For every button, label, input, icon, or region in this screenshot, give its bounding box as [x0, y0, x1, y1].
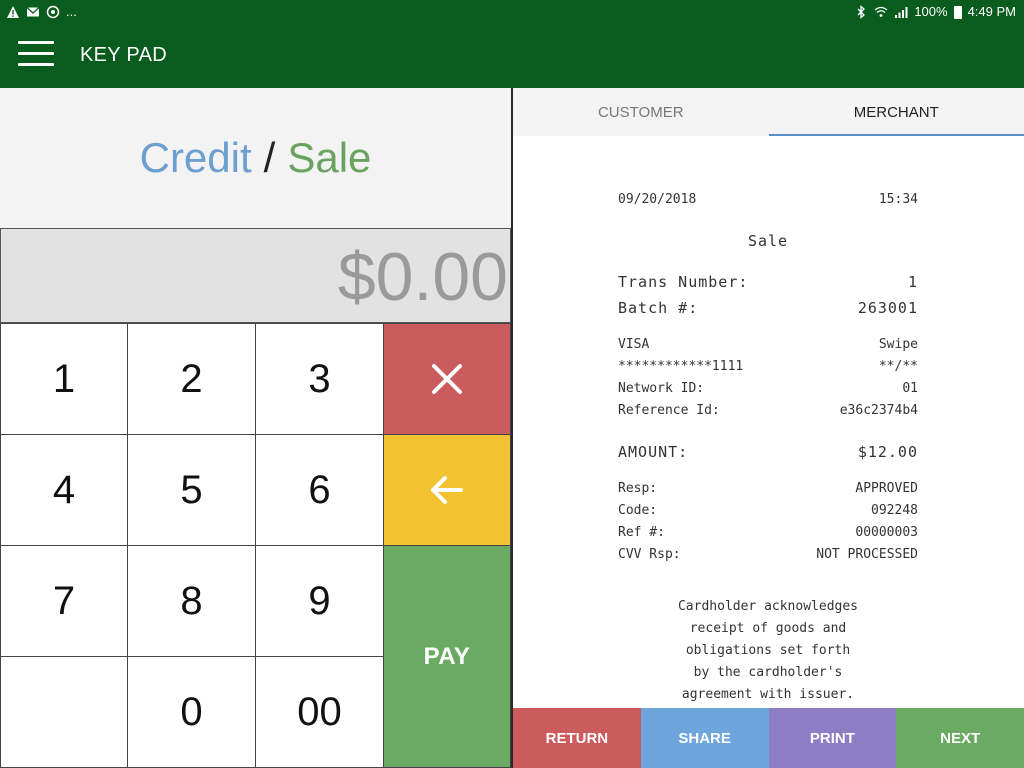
receipt-cardnum-row: ************1111 **/**	[618, 359, 918, 374]
card-number: ************1111	[618, 359, 744, 374]
status-left: ...	[6, 4, 77, 20]
receipt-trans-row: Trans Number: 1	[618, 273, 918, 291]
keypad: 1 2 3 4 5 6 7 8 9 PAY 0 00	[0, 323, 511, 768]
receipt-panel: CUSTOMER MERCHANT 09/20/2018 15:34 Sale …	[513, 88, 1024, 768]
code-label: Code:	[618, 503, 658, 518]
cvv-value: NOT PROCESSED	[816, 547, 918, 562]
code-value: 092248	[871, 503, 918, 518]
receipt-batch-row: Batch #: 263001	[618, 299, 918, 317]
clear-button[interactable]	[383, 323, 511, 435]
next-button[interactable]: NEXT	[896, 708, 1024, 768]
disclaimer-line: Cardholder acknowledges	[677, 599, 858, 614]
status-time: 4:49 PM	[967, 4, 1016, 19]
key-blank	[0, 656, 128, 768]
receipt-date: 09/20/2018	[618, 192, 697, 207]
wifi-icon	[874, 6, 888, 17]
key-7[interactable]: 7	[0, 545, 128, 657]
network-id-label: Network ID:	[618, 381, 705, 396]
app-bar: KEY PAD	[0, 25, 1024, 88]
trans-number-label: Trans Number:	[618, 273, 749, 291]
resp-value: APPROVED	[855, 481, 918, 496]
network-id-value: 01	[902, 381, 918, 396]
transaction-separator: /	[263, 134, 276, 181]
receipt-ref-row: Ref #: 00000003	[618, 525, 918, 540]
receipt-title: Sale	[747, 232, 789, 250]
transaction-mode: Sale	[287, 134, 372, 181]
key-4[interactable]: 4	[0, 434, 128, 546]
signal-icon	[895, 7, 908, 18]
trans-number-value: 1	[907, 273, 918, 291]
key-0[interactable]: 0	[127, 656, 256, 768]
card-brand: VISA	[618, 337, 650, 352]
tab-customer[interactable]: CUSTOMER	[513, 88, 769, 136]
batch-value: 263001	[857, 299, 918, 317]
key-00[interactable]: 00	[255, 656, 384, 768]
receipt-datetime-row: 09/20/2018 15:34	[618, 192, 918, 207]
battery-icon	[953, 5, 962, 19]
receipt-network-row: Network ID: 01	[618, 381, 918, 396]
receipt-actions: RETURN SHARE PRINT NEXT	[513, 708, 1024, 768]
disclaimer-line: receipt of goods and	[689, 621, 847, 636]
receipt-time: 15:34	[878, 192, 918, 207]
hamburger-menu-icon[interactable]	[18, 41, 54, 69]
key-9[interactable]: 9	[255, 545, 384, 657]
card-expiry: **/**	[878, 359, 918, 374]
share-button[interactable]: SHARE	[640, 708, 769, 768]
amount-value: $12.00	[857, 443, 918, 461]
receipt-tabs: CUSTOMER MERCHANT	[513, 88, 1024, 136]
key-2[interactable]: 2	[127, 323, 256, 435]
receipt-code-row: Code: 092248	[618, 503, 918, 518]
receipt-reference-row: Reference Id: e36c2374b4	[618, 403, 918, 418]
return-button[interactable]: RETURN	[513, 708, 641, 768]
resp-label: Resp:	[618, 481, 658, 496]
ref-value: 00000003	[855, 525, 918, 540]
backspace-button[interactable]	[383, 434, 511, 546]
warning-icon	[7, 6, 19, 18]
entry-mode: Swipe	[878, 337, 918, 352]
print-button[interactable]: PRINT	[768, 708, 897, 768]
disclaimer-line: by the cardholder's	[693, 665, 843, 680]
keypad-panel: Credit / Sale $0.00 1 2 3 4 5 6 7 8 9 PA…	[0, 88, 511, 768]
receipt-cvv-row: CVV Rsp: NOT PROCESSED	[618, 547, 918, 562]
ref-label: Ref #:	[618, 525, 665, 540]
receipt-amount-row: AMOUNT: $12.00	[618, 443, 918, 461]
status-right: 100% 4:49 PM	[854, 4, 1016, 20]
key-6[interactable]: 6	[255, 434, 384, 546]
disclaimer-line: agreement with issuer.	[681, 687, 855, 702]
amount-display: $0.00	[0, 228, 511, 323]
disclaimer-line: obligations set forth	[685, 643, 851, 658]
battery-percent: 100%	[914, 4, 948, 19]
page-title: KEY PAD	[80, 44, 167, 66]
bluetooth-icon	[857, 5, 866, 19]
arrow-left-icon	[431, 476, 463, 504]
mail-icon	[26, 7, 40, 17]
status-bar: ... 100% 4:49 PM	[0, 0, 1024, 25]
cvv-label: CVV Rsp:	[618, 547, 681, 562]
batch-label: Batch #:	[618, 299, 699, 317]
key-5[interactable]: 5	[127, 434, 256, 546]
reference-id-value: e36c2374b4	[839, 403, 918, 418]
transaction-type: Credit	[139, 134, 252, 181]
receipt-card-row: VISA Swipe	[618, 337, 918, 352]
key-8[interactable]: 8	[127, 545, 256, 657]
transaction-header: Credit / Sale	[0, 88, 511, 228]
reference-id-label: Reference Id:	[618, 403, 720, 418]
receipt-resp-row: Resp: APPROVED	[618, 481, 918, 496]
amount-label: AMOUNT:	[618, 443, 689, 461]
key-1[interactable]: 1	[0, 323, 128, 435]
sync-icon	[46, 5, 60, 19]
tab-merchant[interactable]: MERCHANT	[768, 88, 1024, 136]
key-3[interactable]: 3	[255, 323, 384, 435]
pay-button[interactable]: PAY	[383, 545, 511, 768]
status-more: ...	[66, 4, 77, 19]
close-icon	[432, 364, 462, 394]
